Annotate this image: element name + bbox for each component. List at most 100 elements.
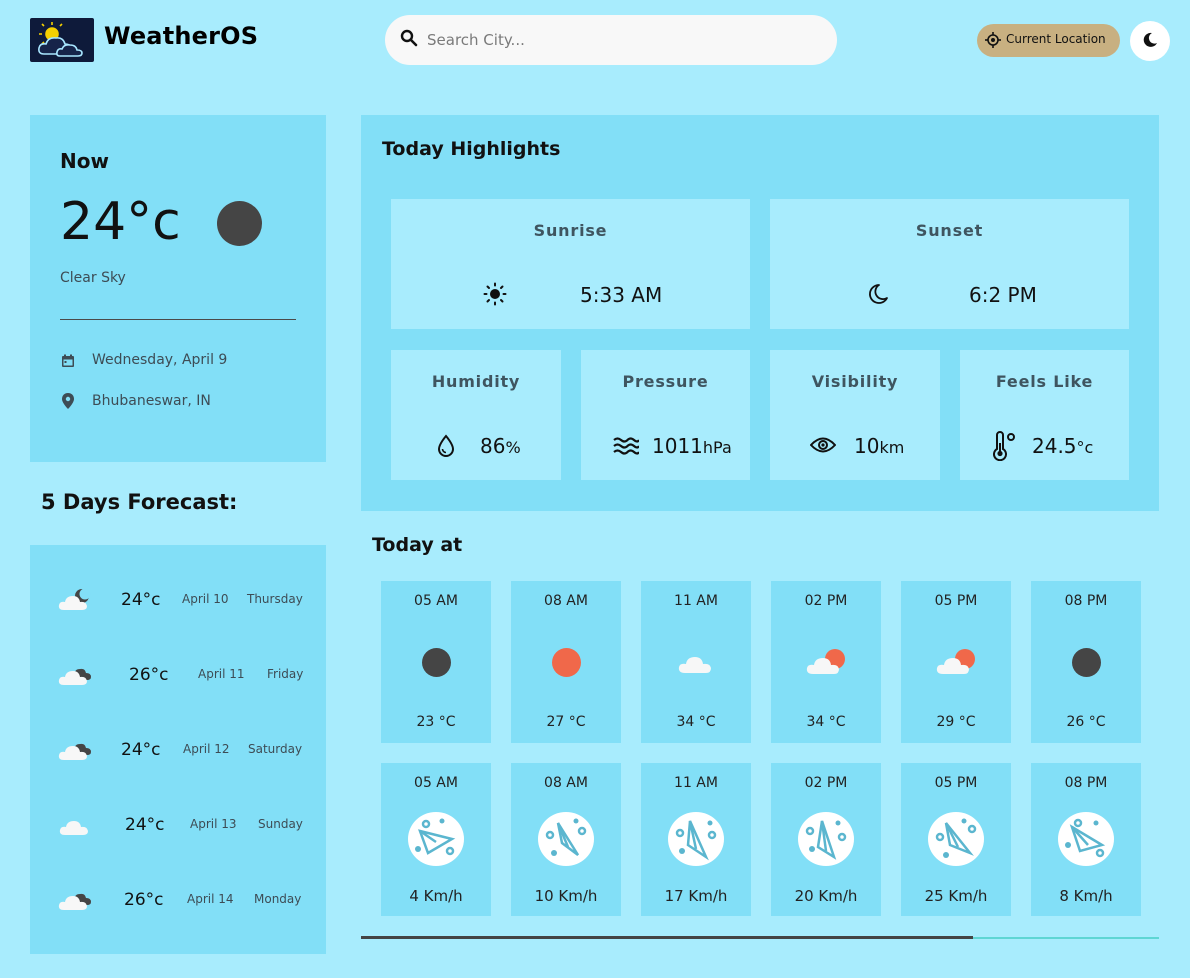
hourly-temp: 34 °C <box>806 714 846 730</box>
hourly-temp: 29 °C <box>936 714 976 730</box>
wind-direction-icon <box>1056 809 1116 873</box>
sun-icon <box>552 648 581 677</box>
location-pin-icon <box>61 393 75 409</box>
forecast-title: 5 Days Forecast: <box>41 490 238 514</box>
eye-icon <box>809 436 837 458</box>
calendar-icon <box>61 353 75 367</box>
forecast-temp-unit: °c <box>142 590 161 610</box>
wind-time: 05 PM <box>934 775 978 791</box>
humidity-label: Humidity <box>431 372 521 391</box>
sunrise-time: 5:33 AM <box>580 283 663 307</box>
current-location: Bhubaneswar, IN <box>92 393 211 409</box>
pressure-number: 1011 <box>652 434 703 458</box>
hourly-time: 05 PM <box>934 593 978 609</box>
app-name: WeatherOS <box>104 22 259 50</box>
forecast-day: Monday <box>254 892 302 906</box>
wind-direction-icon <box>796 809 856 873</box>
forecast-temp-unit: °c <box>146 815 165 835</box>
forecast-day: Friday <box>267 667 304 681</box>
feels-like-unit: °c <box>1076 438 1094 457</box>
search-icon <box>400 29 418 47</box>
humidity-value: 86% <box>480 434 521 458</box>
pressure-tile <box>581 350 750 480</box>
forecast-date: April 14 <box>187 892 234 906</box>
wind-speed: 4 Km/h <box>409 887 463 905</box>
visibility-number: 10 <box>854 434 880 458</box>
forecast-temp-value: 24 <box>121 590 143 610</box>
current-location-label[interactable]: Current Location <box>1006 32 1106 46</box>
app-logo <box>30 18 94 62</box>
night-clear-icon <box>1072 648 1101 677</box>
crosshair-icon <box>985 32 1001 48</box>
wind-direction-icon <box>406 809 466 873</box>
current-date: Wednesday, April 9 <box>92 352 228 368</box>
wind-speed: 8 Km/h <box>1059 887 1113 905</box>
forecast-temp: 26°c <box>129 665 169 685</box>
feels-like-value: 24.5°c <box>1032 434 1093 458</box>
pressure-value: 1011hPa <box>652 434 732 458</box>
visibility-value: 10km <box>854 434 904 458</box>
cloud-icon <box>57 811 93 837</box>
humidity-unit: % <box>505 438 521 457</box>
weather-description: Clear Sky <box>60 270 126 286</box>
wind-direction-icon <box>536 809 596 873</box>
current-temperature-value: 24 <box>60 192 127 252</box>
wind-direction-icon <box>926 809 986 873</box>
clouds-icon <box>57 736 93 762</box>
moon-outline-icon <box>866 282 890 310</box>
hourly-temp: 23 °C <box>416 714 456 730</box>
clouds-icon <box>57 661 93 687</box>
wind-speed: 20 Km/h <box>794 887 858 905</box>
feels-like-tile <box>960 350 1129 480</box>
forecast-date: April 12 <box>183 742 230 756</box>
forecast-temp-unit: °c <box>145 890 164 910</box>
forecast-temp-value: 26 <box>129 665 151 685</box>
sun-icon <box>483 282 507 310</box>
sunset-label: Sunset <box>915 221 984 240</box>
forecast-day: Thursday <box>247 592 303 606</box>
clouds-icon <box>57 886 93 912</box>
scrollbar-thumb[interactable] <box>361 936 973 939</box>
wind-speed: 17 Km/h <box>664 887 728 905</box>
forecast-temp: 24°c <box>121 740 161 760</box>
forecast-day: Saturday <box>248 742 303 756</box>
pressure-unit: hPa <box>702 438 732 457</box>
wind-time: 08 AM <box>544 775 588 791</box>
forecast-temp-value: 26 <box>124 890 146 910</box>
search-input[interactable] <box>427 29 807 51</box>
wind-speed: 10 Km/h <box>534 887 598 905</box>
sunrise-tile <box>391 199 750 329</box>
wind-time: 02 PM <box>804 775 848 791</box>
forecast-day: Sunday <box>258 817 303 831</box>
current-temperature: 24°c <box>60 192 181 252</box>
pressure-label: Pressure <box>622 372 709 391</box>
wind-time: 05 AM <box>414 775 458 791</box>
forecast-date: April 13 <box>190 817 237 831</box>
thermometer-icon <box>990 431 1020 465</box>
humidity-tile <box>391 350 561 480</box>
visibility-tile <box>770 350 940 480</box>
feels-like-number: 24.5 <box>1032 434 1077 458</box>
sunset-time: 6:2 PM <box>969 283 1037 307</box>
visibility-label: Visibility <box>811 372 899 391</box>
forecast-temp: 24°c <box>121 590 161 610</box>
hourly-temp: 34 °C <box>676 714 716 730</box>
hourly-time: 05 AM <box>414 593 458 609</box>
visibility-unit: km <box>879 438 905 457</box>
forecast-temp: 26°c <box>124 890 164 910</box>
moon-icon <box>1141 31 1159 49</box>
wind-time: 11 AM <box>674 775 718 791</box>
waves-icon <box>613 436 640 460</box>
hourly-time: 08 PM <box>1064 593 1108 609</box>
sun-cloud-icon <box>805 648 847 680</box>
hourly-time: 02 PM <box>804 593 848 609</box>
night-cloud-icon <box>57 586 93 612</box>
hourly-temp: 26 °C <box>1066 714 1106 730</box>
hourly-temp: 27 °C <box>546 714 586 730</box>
sunrise-label: Sunrise <box>533 221 608 240</box>
cloud-icon <box>677 649 715 679</box>
wind-speed: 25 Km/h <box>924 887 988 905</box>
sunset-tile <box>770 199 1129 329</box>
divider <box>60 319 296 320</box>
hourly-time: 11 AM <box>674 593 718 609</box>
